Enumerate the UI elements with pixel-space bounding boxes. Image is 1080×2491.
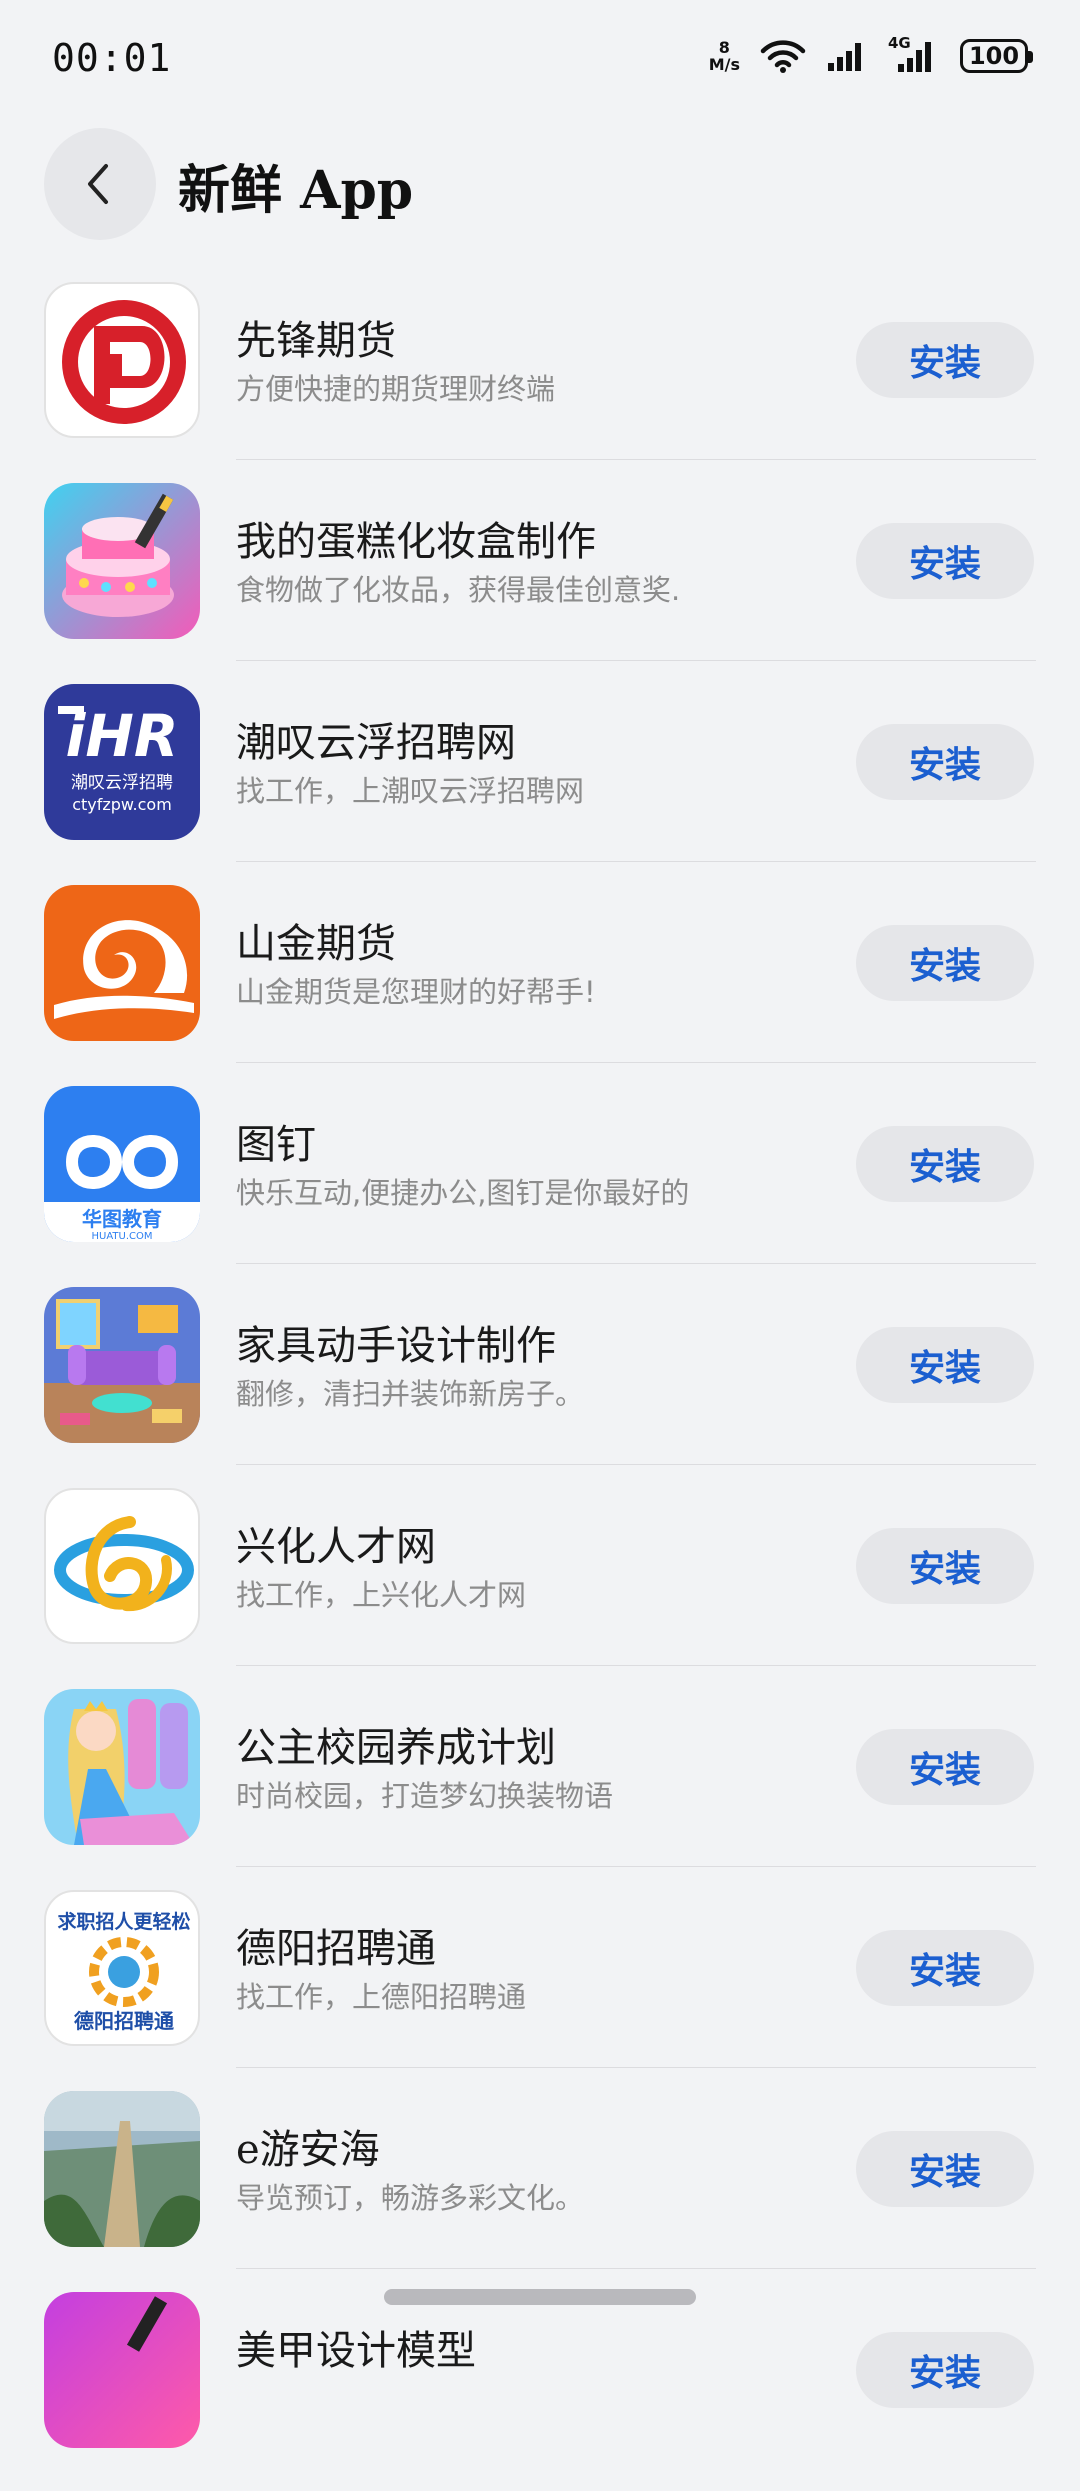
divider	[236, 861, 1036, 862]
app-icon-cake-makeup	[44, 483, 200, 639]
app-name: 公主校园养成计划	[236, 1725, 556, 1771]
divider	[236, 459, 1036, 460]
list-item[interactable]: 山金期货 山金期货是您理财的好帮手! 安装	[0, 883, 1080, 1084]
app-desc: 找工作，上德阳招聘通	[236, 1980, 527, 2014]
icon-text: 潮叹云浮招聘	[71, 773, 173, 793]
net-speed-value: 8	[718, 38, 730, 57]
back-button[interactable]	[44, 128, 156, 240]
install-button[interactable]: 安装	[856, 2332, 1034, 2408]
install-button[interactable]: 安装	[856, 925, 1034, 1001]
divider	[236, 1665, 1036, 1666]
app-icon-tuding: 华图教育 HUATU.COM	[44, 1086, 200, 1242]
app-list: 先锋期货 方便快捷的期货理财终端 安装 我的蛋糕化妆盒制作 食物做了化妆品，获得…	[0, 280, 1080, 2491]
app-name: 家具动手设计制作	[236, 1323, 556, 1369]
status-icons: 8 M/s 4G 100	[709, 34, 1033, 74]
app-icon-deyang-zhaopin: 求职招人更轻松 德阳招聘通	[44, 1890, 200, 2046]
list-item[interactable]: iHR 潮叹云浮招聘 ctyfzpw.com 潮叹云浮招聘网 找工作，上潮叹云浮…	[0, 682, 1080, 883]
app-icon-princess-campus	[44, 1689, 200, 1845]
app-desc: 导览预订，畅游多彩文化。	[236, 2181, 585, 2215]
battery-level: 100	[968, 42, 1020, 70]
header: 新鲜 App	[0, 128, 1080, 240]
divider	[236, 1263, 1036, 1264]
install-button[interactable]: 安装	[856, 1729, 1034, 1805]
install-button[interactable]: 安装	[856, 724, 1034, 800]
app-name: e游安海	[236, 2127, 380, 2173]
list-item[interactable]: 公主校园养成计划 时尚校园，打造梦幻换装物语 安装	[0, 1687, 1080, 1888]
install-button[interactable]: 安装	[856, 523, 1034, 599]
app-desc: 翻修，清扫并装饰新房子。	[236, 1377, 585, 1411]
list-item[interactable]: e游安海 导览预订，畅游多彩文化。 安装	[0, 2089, 1080, 2290]
app-name: 我的蛋糕化妆盒制作	[236, 519, 596, 565]
list-item[interactable]: 我的蛋糕化妆盒制作 食物做了化妆品，获得最佳创意奖. 安装	[0, 481, 1080, 682]
app-desc: 快乐互动,便捷办公,图钉是你最好的	[236, 1176, 690, 1210]
app-icon-shanjin	[44, 885, 200, 1041]
app-icon-nail-design	[44, 2292, 200, 2448]
status-bar: 00:01 8 M/s 4G 100	[0, 0, 1080, 120]
net-speed: 8 M/s	[709, 39, 740, 73]
list-item[interactable]: 华图教育 HUATU.COM 图钉 快乐互动,便捷办公,图钉是你最好的 安装	[0, 1084, 1080, 1285]
wifi-icon	[760, 40, 806, 73]
list-item[interactable]: 美甲设计模型 安装	[0, 2290, 1080, 2491]
app-name: 德阳招聘通	[236, 1926, 436, 1972]
install-button[interactable]: 安装	[856, 1126, 1034, 1202]
icon-text: 德阳招聘通	[74, 2009, 174, 2033]
net-speed-unit: M/s	[708, 55, 740, 74]
divider	[236, 1464, 1036, 1465]
app-name: 山金期货	[236, 921, 396, 967]
icon-subtext: 求职招人更轻松	[57, 1910, 190, 1933]
signal-icon	[828, 43, 861, 71]
divider	[236, 1866, 1036, 1867]
app-icon-eyou-anhai	[44, 2091, 200, 2247]
app-icon-furniture-design	[44, 1287, 200, 1443]
install-button[interactable]: 安装	[856, 322, 1034, 398]
home-indicator[interactable]	[384, 2289, 696, 2305]
app-icon-xianfeng	[44, 282, 200, 438]
signal-4g-icon: 4G	[888, 34, 940, 74]
icon-subtext: HUATU.COM	[92, 1231, 153, 1242]
page-title: 新鲜 App	[178, 160, 414, 221]
status-time: 00:01	[52, 36, 172, 80]
app-desc: 山金期货是您理财的好帮手!	[236, 975, 596, 1009]
list-item[interactable]: 兴化人才网 找工作，上兴化人才网 安装	[0, 1486, 1080, 1687]
app-name: 兴化人才网	[236, 1524, 436, 1570]
divider	[236, 2067, 1036, 2068]
app-desc: 时尚校园，打造梦幻换装物语	[236, 1779, 614, 1813]
battery-icon: 100	[960, 39, 1033, 73]
list-item[interactable]: 求职招人更轻松 德阳招聘通 德阳招聘通 找工作，上德阳招聘通 安装	[0, 1888, 1080, 2089]
app-name: 图钉	[236, 1122, 316, 1168]
app-name: 美甲设计模型	[236, 2328, 476, 2374]
icon-subtext: ctyfzpw.com	[72, 795, 172, 814]
app-icon-xinghua-rencai	[44, 1488, 200, 1644]
install-button[interactable]: 安装	[856, 1528, 1034, 1604]
install-button[interactable]: 安装	[856, 2131, 1034, 2207]
list-item[interactable]: 家具动手设计制作 翻修，清扫并装饰新房子。 安装	[0, 1285, 1080, 1486]
divider	[236, 660, 1036, 661]
app-desc: 方便快捷的期货理财终端	[236, 372, 556, 406]
app-name: 先锋期货	[236, 318, 396, 364]
divider	[236, 1062, 1036, 1063]
divider	[236, 2268, 1036, 2269]
install-button[interactable]: 安装	[856, 1930, 1034, 2006]
chevron-left-icon	[88, 164, 108, 204]
app-name: 潮叹云浮招聘网	[236, 720, 516, 766]
list-item[interactable]: 先锋期货 方便快捷的期货理财终端 安装	[0, 280, 1080, 481]
install-button[interactable]: 安装	[856, 1327, 1034, 1403]
icon-text: 华图教育	[82, 1207, 162, 1231]
app-icon-chaotan-zhaopin: iHR 潮叹云浮招聘 ctyfzpw.com	[44, 684, 200, 840]
app-desc: 找工作，上兴化人才网	[236, 1578, 527, 1612]
app-desc: 食物做了化妆品，获得最佳创意奖.	[236, 573, 681, 607]
app-desc: 找工作，上潮叹云浮招聘网	[236, 774, 585, 808]
